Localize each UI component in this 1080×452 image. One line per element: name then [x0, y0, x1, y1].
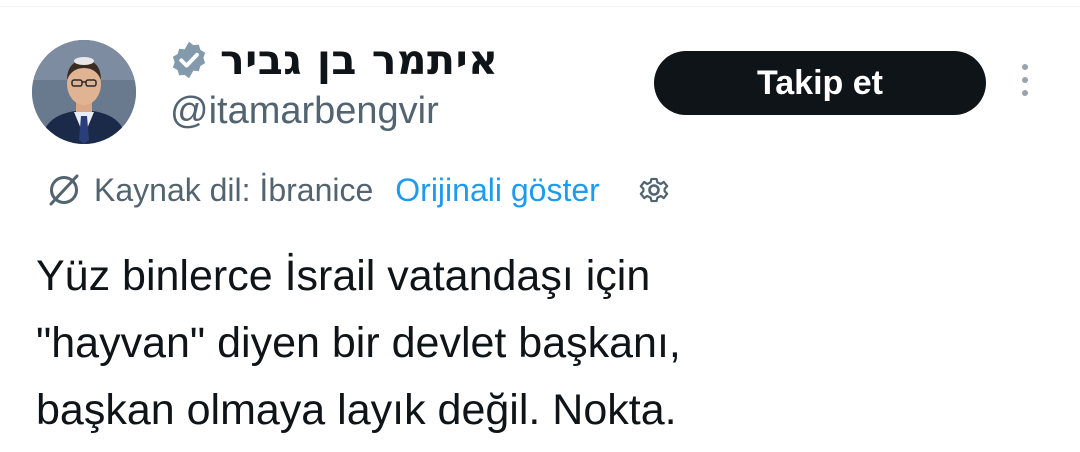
avatar[interactable] [32, 40, 136, 144]
translate-icon [49, 174, 79, 206]
tweet-text-line: başkan olmaya layık değil. Nokta. [36, 386, 677, 434]
follow-button[interactable]: Takip et [654, 51, 986, 115]
tweet-text-line: Yüz binlerce İsrail vatandaşı için [36, 252, 651, 300]
tweet-text-line: "hayvan" diyen bir devlet başkanı, [36, 319, 681, 367]
author-handle[interactable]: @itamarbengvir [170, 90, 439, 133]
gear-icon[interactable] [634, 170, 674, 210]
translation-bar: Kaynak dil: İbranice Orijinali göster [44, 166, 674, 214]
more-vertical-icon[interactable] [1013, 60, 1037, 100]
author-name-row[interactable]: איתמר בן גביר [168, 32, 499, 88]
tweet-text: Yüz binlerce İsrail vatandaşı için "hayv… [36, 243, 1046, 444]
author-display-name[interactable]: איתמר בן גביר [220, 36, 499, 84]
source-language-label: Kaynak dil: İbranice [94, 171, 374, 208]
verified-badge-icon [172, 41, 206, 79]
show-original-link[interactable]: Orijinali göster [395, 172, 600, 209]
avatar-image [32, 40, 136, 144]
top-divider [0, 6, 1080, 7]
